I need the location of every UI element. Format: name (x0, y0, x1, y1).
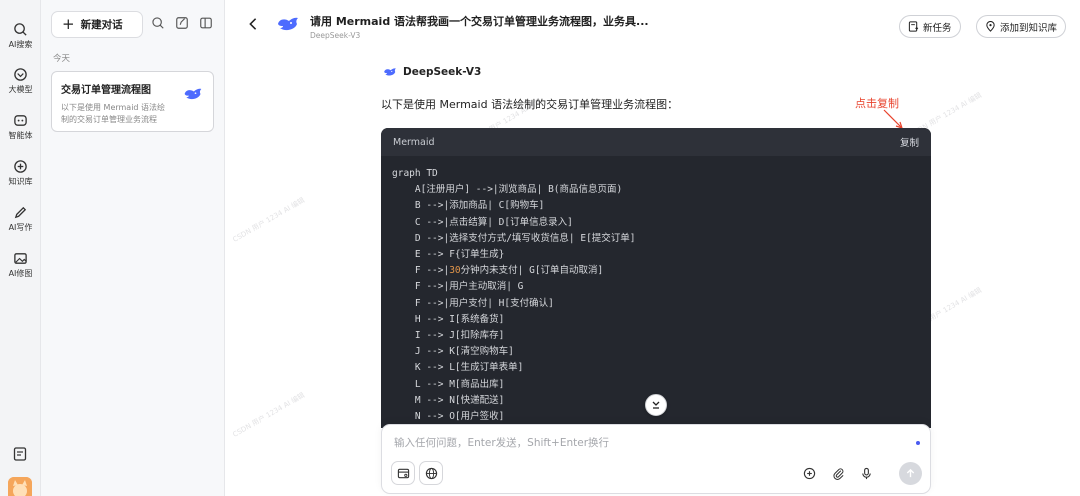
search-icon[interactable] (151, 16, 165, 30)
new-chat-label: 新建对话 (80, 19, 123, 31)
code-line: F -->|30分钟内未支付| G[订单自动取消] (392, 265, 604, 277)
toolbox-icon (397, 468, 409, 478)
agent-icon (14, 115, 27, 126)
section-label-today: 今天 (53, 54, 71, 64)
code-block: Mermaid 复制 graph TD A[注册用户] -->|浏览商品| B(… (381, 128, 931, 428)
rail-item-ai-write[interactable]: AI写作 (0, 205, 41, 233)
avatar[interactable] (8, 477, 32, 496)
code-line: J --> K[清空购物车] (392, 346, 514, 358)
location-pin-icon (986, 21, 995, 32)
copy-button[interactable]: 复制 (900, 135, 919, 149)
rail-label: AI写作 (8, 223, 33, 232)
code-line: D -->|选择支付方式/填写收货信息| E[提交订单] (392, 232, 636, 244)
globe-icon (425, 467, 437, 479)
rail-item-model[interactable]: 大模型 (0, 67, 41, 95)
rail-label: 知识库 (8, 177, 33, 186)
chevron-down-icon (652, 401, 660, 409)
left-rail: AI搜索 大模型 智能体 知识库 AI写作 AI修图 (0, 0, 41, 496)
web-search-button[interactable] (419, 461, 443, 485)
new-task-label: 新任务 (923, 22, 952, 34)
chat-input[interactable] (394, 435, 894, 451)
pen-icon (14, 206, 27, 219)
rail-item-ai-image[interactable]: AI修图 (0, 251, 41, 279)
edit-icon[interactable] (175, 16, 189, 30)
rail-label: AI搜索 (8, 40, 33, 49)
code-language: Mermaid (393, 136, 435, 148)
code-line: L --> M[商品出库] (392, 378, 505, 390)
microphone-icon[interactable] (860, 467, 873, 480)
conversation-panel: + 新建对话 今天 交易订单管理流程图 以下是使用 Mermaid 语法绘制的交… (41, 0, 225, 496)
code-line: graph TD (392, 168, 438, 179)
code-line: H --> I[系统备货] (392, 313, 505, 325)
rail-item-ai-search[interactable]: AI搜索 (0, 22, 41, 50)
code-line: E --> F{订单生成} (392, 249, 505, 261)
sidebar-toggle-icon[interactable] (199, 16, 213, 30)
code-line: B -->|添加商品| C[购物车] (392, 200, 545, 212)
attach-tool-button[interactable] (391, 461, 415, 485)
knowledge-icon (14, 160, 27, 173)
new-task-button[interactable]: 新任务 (899, 15, 961, 38)
status-dot (916, 441, 920, 445)
paperclip-icon[interactable] (832, 467, 845, 480)
code-header: Mermaid 复制 (381, 128, 931, 156)
send-button[interactable] (899, 462, 922, 485)
code-line: K --> L[生成订单表单] (392, 362, 524, 374)
code-line: F -->|用户支付| H[支付确认] (392, 297, 554, 309)
model-icon (14, 68, 27, 81)
rail-item-knowledge[interactable]: 知识库 (0, 159, 41, 187)
task-icon (908, 21, 919, 32)
deepseek-whale-icon (278, 17, 298, 31)
add-to-knowledge-label: 添加到知识库 (1000, 22, 1058, 34)
model-name: DeepSeek-V3 (403, 66, 482, 78)
code-content: graph TD A[注册用户] -->|浏览商品| B(商品信息页面) B -… (381, 156, 931, 428)
search-icon (14, 23, 27, 36)
new-chat-button[interactable]: + 新建对话 (51, 11, 143, 38)
code-line: A[注册用户] -->|浏览商品| B(商品信息页面) (392, 184, 623, 196)
code-line: I --> J[扣除库存] (392, 330, 505, 342)
chat-title: 请用 Mermaid 语法帮我画一个交易订单管理业务流程图，业务具... (310, 15, 649, 28)
cat-avatar-icon (8, 477, 32, 496)
rail-item-agent[interactable]: 智能体 (0, 113, 41, 141)
code-line: F -->|用户主动取消| G (392, 281, 524, 293)
chat-model-subtitle: DeepSeek-V3 (310, 31, 361, 40)
add-circle-icon[interactable] (803, 467, 816, 480)
chat-input-box (381, 424, 931, 494)
back-arrow-icon[interactable] (246, 17, 260, 31)
code-line: C -->|点击结算| D[订单信息录入] (392, 216, 573, 228)
rail-label: AI修图 (8, 269, 33, 278)
rail-label: 智能体 (8, 131, 33, 140)
conversation-desc: 以下是使用 Mermaid 语法绘制的交易订单管理业务流程 (61, 103, 166, 124)
plus-icon: + (62, 15, 75, 33)
scroll-to-bottom-button[interactable] (645, 394, 667, 416)
message-intro: 以下是使用 Mermaid 语法绘制的交易订单管理业务流程图： (381, 98, 679, 111)
conversation-item[interactable]: 交易订单管理流程图 以下是使用 Mermaid 语法绘制的交易订单管理业务流程 (51, 71, 214, 132)
arrow-up-icon (906, 468, 915, 478)
add-to-knowledge-button[interactable]: 添加到知识库 (976, 15, 1067, 38)
image-icon (14, 253, 27, 264)
deepseek-whale-icon (184, 88, 202, 100)
model-name-row: DeepSeek-V3 (383, 66, 481, 78)
notes-icon[interactable] (12, 446, 28, 462)
deepseek-whale-icon (384, 68, 396, 76)
chat-header: 请用 Mermaid 语法帮我画一个交易订单管理业务流程图，业务具... Dee… (226, 0, 1080, 48)
rail-label: 大模型 (8, 85, 33, 94)
